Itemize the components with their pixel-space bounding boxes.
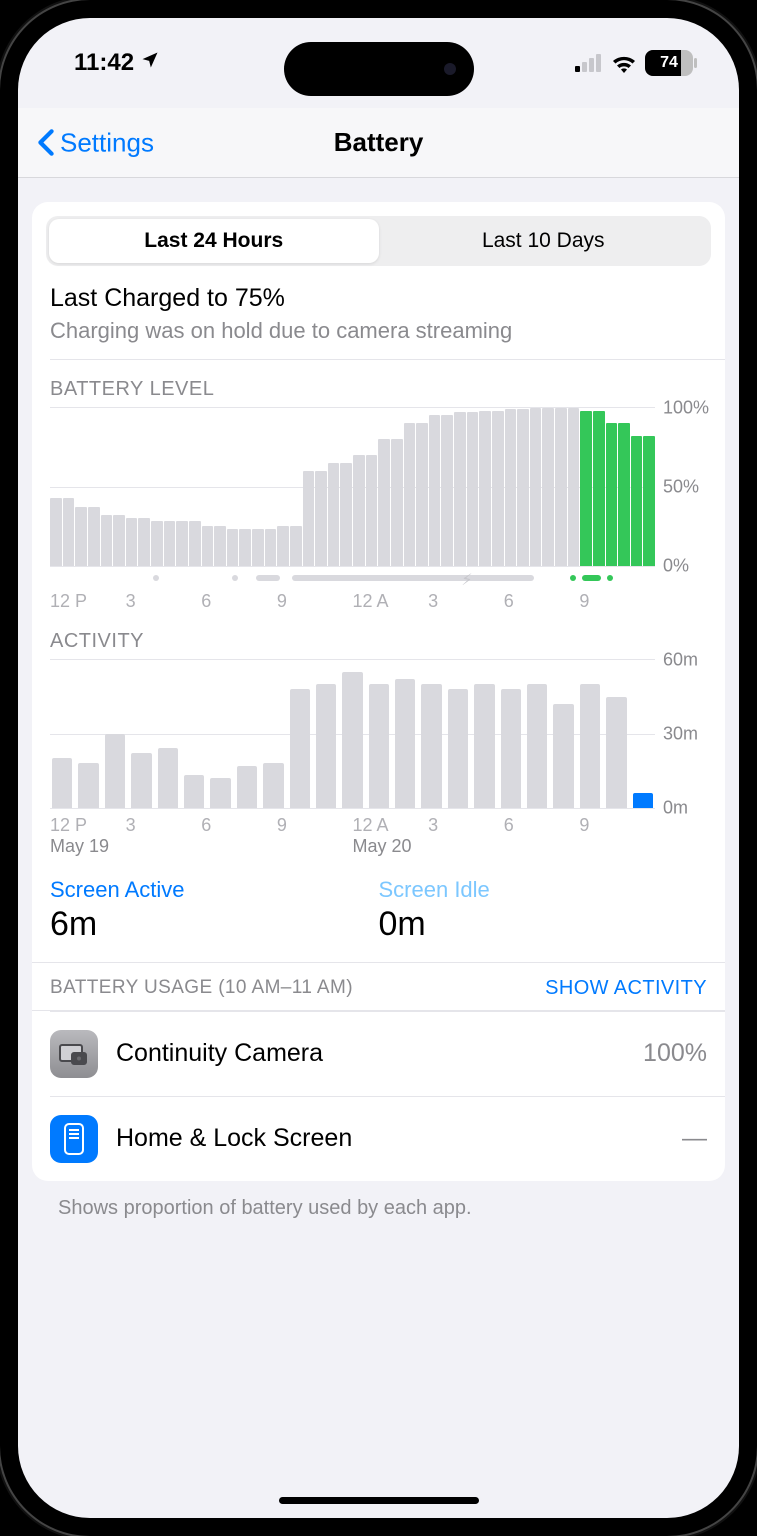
app-percent: — — [682, 1124, 707, 1153]
back-label: Settings — [60, 127, 154, 158]
app-name: Continuity Camera — [116, 1039, 625, 1068]
home-indicator[interactable] — [279, 1497, 479, 1504]
show-activity-button[interactable]: SHOW ACTIVITY — [545, 977, 707, 1000]
y-label-50: 50% — [655, 476, 715, 497]
battery-level-xaxis: 12 P36912 A369 — [32, 585, 725, 612]
screen-idle-value: 0m — [379, 905, 708, 944]
activity-day-labels: May 19 May 20 — [32, 836, 725, 857]
app-row-home-lock-screen[interactable]: Home & Lock Screen — — [50, 1096, 725, 1181]
y-label-30m: 30m — [655, 723, 715, 744]
back-button[interactable]: Settings — [36, 127, 154, 158]
y-label-60m: 60m — [655, 649, 715, 670]
battery-level-chart[interactable]: 100% 50% 0% ⚡︎ — [32, 407, 725, 585]
status-time: 11:42 — [74, 49, 134, 77]
activity-chart[interactable]: 60m 30m 0m — [32, 659, 725, 809]
app-name: Home & Lock Screen — [116, 1124, 664, 1153]
screen-stats: Screen Active 6m Screen Idle 0m — [32, 857, 725, 962]
continuity-camera-icon — [50, 1030, 98, 1078]
location-icon — [140, 49, 160, 77]
screen-active-label: Screen Active — [50, 877, 379, 903]
app-percent: 100% — [643, 1039, 707, 1068]
y-label-0: 0% — [655, 555, 715, 576]
cellular-signal-icon — [575, 54, 603, 72]
home-lock-screen-icon — [50, 1115, 98, 1163]
charging-strip: ⚡︎ — [50, 571, 655, 585]
footer-note: Shows proportion of battery used by each… — [32, 1181, 725, 1220]
last-charged-subtitle: Charging was on hold due to camera strea… — [50, 317, 707, 345]
page-title: Battery — [334, 127, 424, 158]
screen-idle-label: Screen Idle — [379, 877, 708, 903]
dynamic-island — [284, 42, 474, 96]
battery-status-icon: 74 — [645, 50, 693, 76]
activity-header: ACTIVITY — [32, 630, 725, 653]
tab-last-10-days[interactable]: Last 10 Days — [379, 219, 709, 263]
battery-card: Last 24 Hours Last 10 Days Last Charged … — [32, 202, 725, 1181]
app-row-continuity-camera[interactable]: Continuity Camera 100% — [50, 1011, 725, 1096]
time-range-segmented: Last 24 Hours Last 10 Days — [46, 216, 711, 266]
screen-active-value: 6m — [50, 905, 379, 944]
last-charged-title: Last Charged to 75% — [50, 284, 707, 313]
usage-header-row: BATTERY USAGE (10 AM–11 AM) SHOW ACTIVIT… — [32, 962, 725, 1010]
usage-header-label: BATTERY USAGE (10 AM–11 AM) — [50, 977, 353, 999]
activity-xaxis: 12 P36912 A369 — [32, 809, 725, 836]
wifi-icon — [611, 53, 637, 73]
y-label-100: 100% — [655, 397, 715, 418]
battery-level-header: BATTERY LEVEL — [32, 378, 725, 401]
tab-last-24-hours[interactable]: Last 24 Hours — [49, 219, 379, 263]
nav-header: Settings Battery — [18, 108, 739, 178]
